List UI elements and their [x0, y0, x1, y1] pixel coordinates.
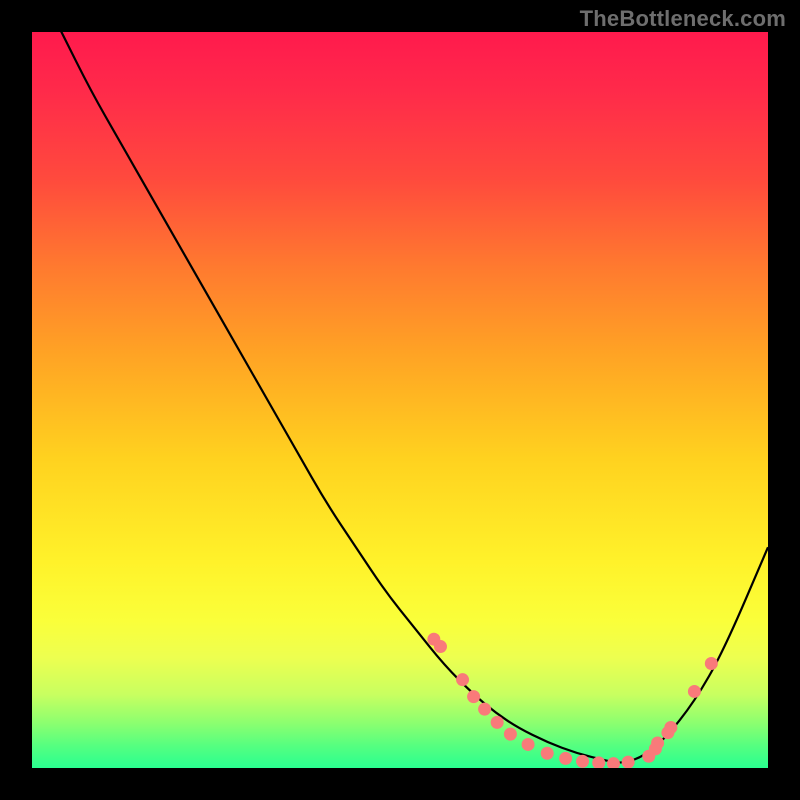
- marker-dots-group: [427, 633, 717, 768]
- marker-dot: [559, 752, 572, 765]
- bottleneck-curve-path: [32, 32, 768, 763]
- attribution-text: TheBottleneck.com: [580, 6, 786, 32]
- marker-dot: [607, 757, 620, 768]
- marker-dot: [504, 728, 517, 741]
- marker-dot: [576, 755, 589, 768]
- marker-dot: [456, 673, 469, 686]
- marker-dot: [478, 703, 491, 716]
- marker-dot: [522, 738, 535, 751]
- marker-dot: [491, 716, 504, 729]
- marker-dot: [688, 685, 701, 698]
- marker-dot: [541, 747, 554, 760]
- plot-area: [32, 32, 768, 768]
- marker-dot: [651, 736, 664, 749]
- marker-dot: [705, 657, 718, 670]
- chart-stage: TheBottleneck.com: [0, 0, 800, 800]
- marker-dot: [434, 640, 447, 653]
- curve-layer: [32, 32, 768, 768]
- marker-dot: [467, 690, 480, 703]
- marker-dot: [664, 721, 677, 734]
- marker-dot: [622, 756, 635, 768]
